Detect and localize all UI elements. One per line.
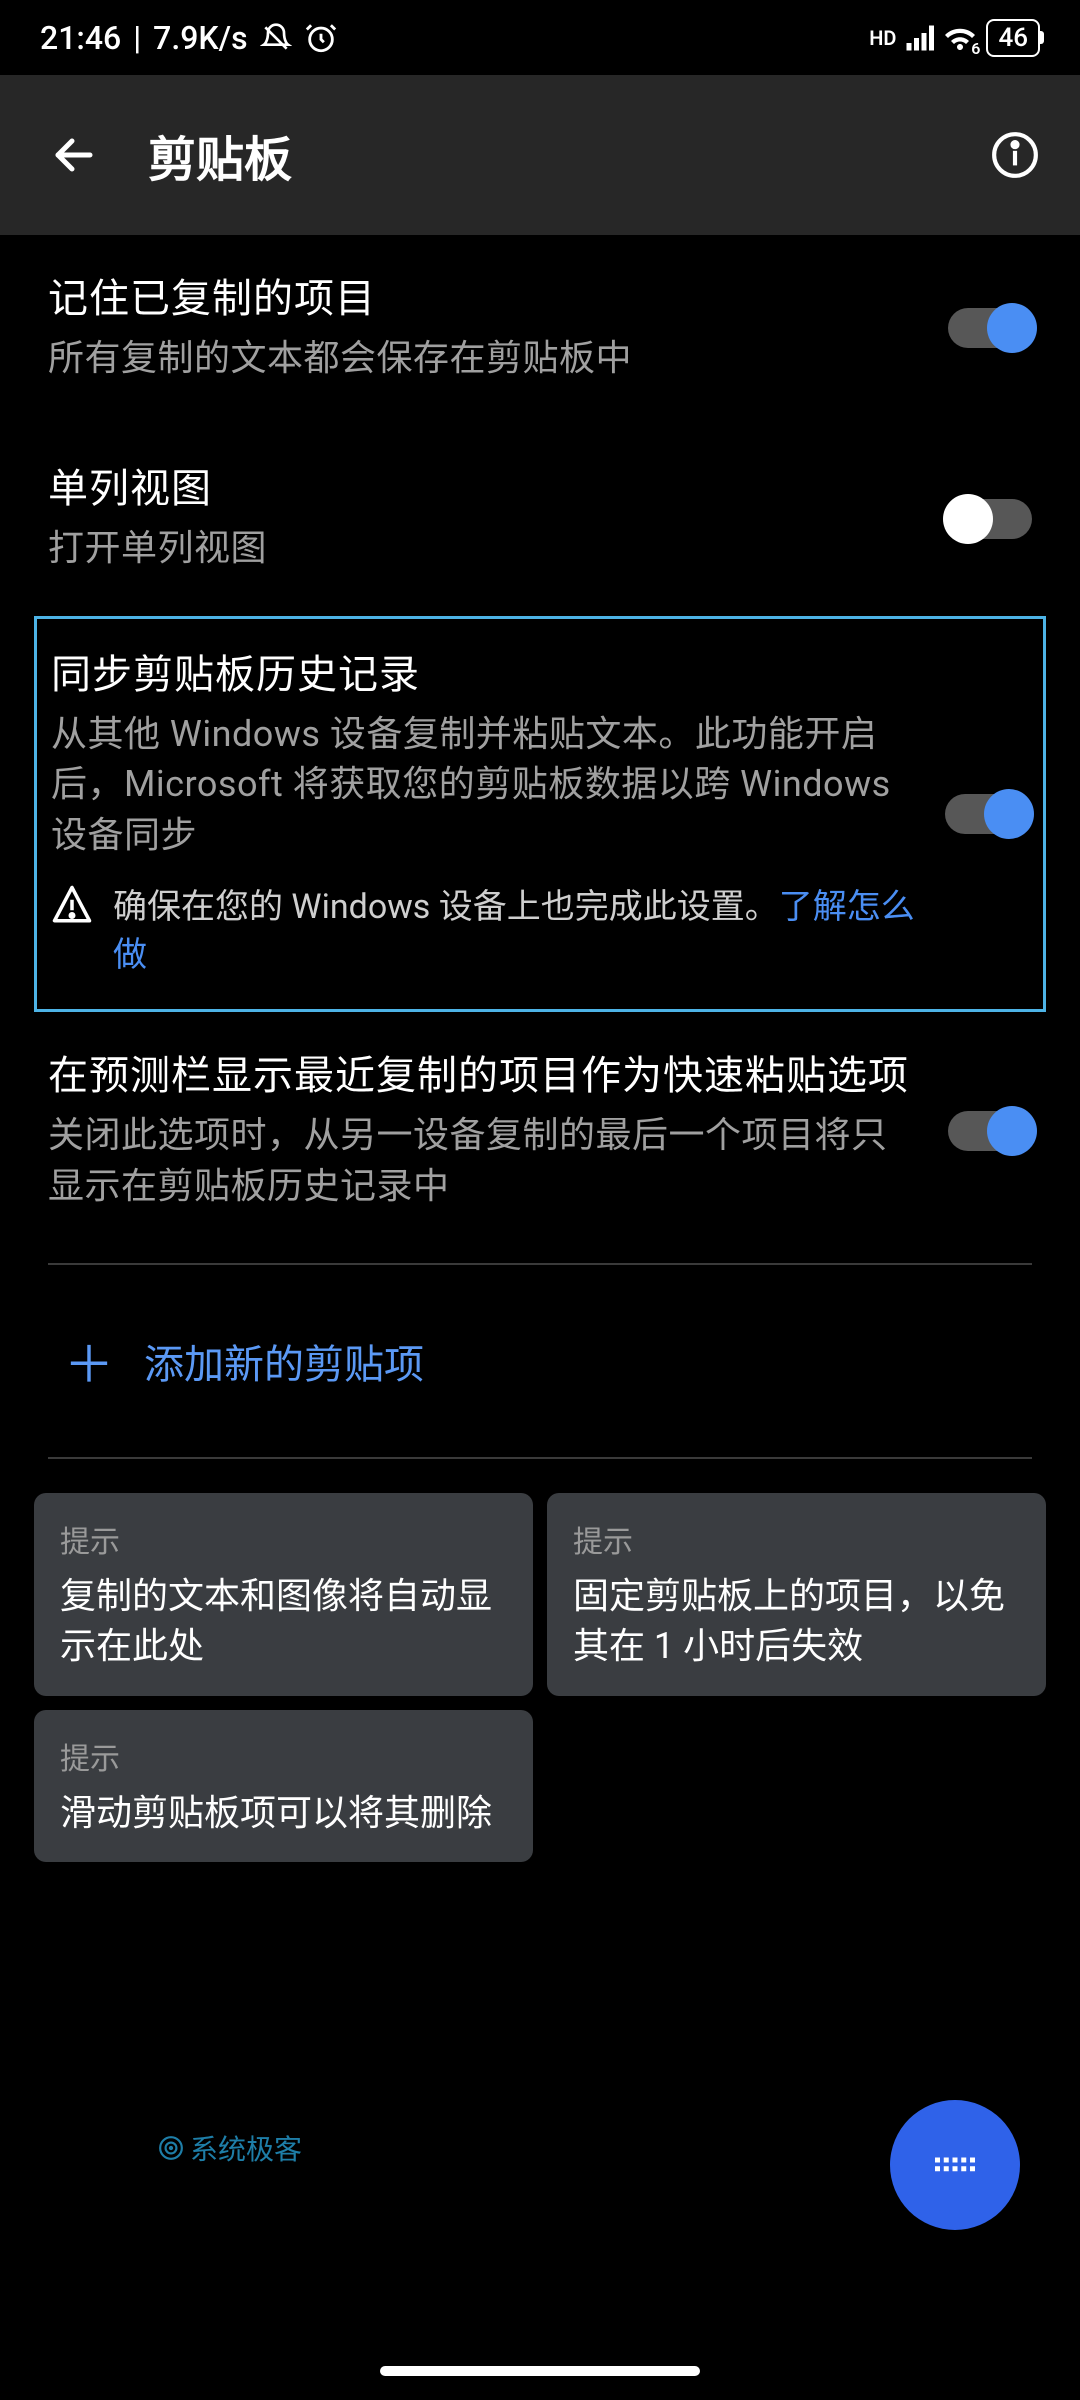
setting-title: 同步剪贴板历史记录: [51, 649, 915, 701]
status-time: 21:46: [40, 19, 121, 57]
setting-sync-clipboard[interactable]: 同步剪贴板历史记录 从其他 Windows 设备复制并粘贴文本。此功能开启后，M…: [34, 616, 1046, 1012]
toggle-sync[interactable]: [945, 794, 1029, 834]
page-title: 剪贴板: [148, 120, 940, 190]
divider: [48, 1263, 1032, 1265]
setting-title: 在预测栏显示最近复制的项目作为快速粘贴选项: [48, 1050, 918, 1102]
setting-remember-items[interactable]: 记住已复制的项目 所有复制的文本都会保存在剪贴板中: [34, 235, 1046, 425]
setting-desc: 打开单列视图: [48, 523, 918, 573]
setting-desc: 所有复制的文本都会保存在剪贴板中: [48, 333, 918, 383]
status-left: 21:46 | 7.9K/s: [40, 19, 338, 57]
app-bar: 剪贴板: [0, 75, 1080, 235]
setting-prediction-bar[interactable]: 在预测栏显示最近复制的项目作为快速粘贴选项 关闭此选项时，从另一设备复制的最后一…: [34, 1012, 1046, 1253]
wifi-icon: 6: [942, 20, 978, 56]
toggle-prediction[interactable]: [948, 1111, 1032, 1151]
add-label: 添加新的剪贴项: [144, 1332, 424, 1390]
tip-text: 滑动剪贴板项可以将其删除: [60, 1788, 507, 1838]
nav-indicator[interactable]: [380, 2366, 700, 2376]
setting-desc: 从其他 Windows 设备复制并粘贴文本。此功能开启后，Microsoft 将…: [51, 709, 915, 860]
tip-text: 固定剪贴板上的项目，以免其在 1 小时后失效: [573, 1571, 1020, 1672]
tip-label: 提示: [60, 1734, 507, 1778]
plus-icon: ＋: [64, 1325, 104, 1397]
hd-indicator: HD: [869, 26, 896, 50]
add-clipboard-item[interactable]: ＋ 添加新的剪贴项: [34, 1275, 1046, 1447]
battery-indicator: 46: [986, 19, 1040, 57]
tip-card: 提示 滑动剪贴板项可以将其删除: [34, 1710, 533, 1862]
keyboard-fab[interactable]: [890, 2100, 1020, 2230]
setting-title: 记住已复制的项目: [48, 273, 918, 325]
status-bar: 21:46 | 7.9K/s HD 6 46: [0, 0, 1080, 75]
watermark: 系统极客: [158, 2128, 302, 2168]
no-sound-icon: [260, 22, 292, 54]
setting-desc: 关闭此选项时，从另一设备复制的最后一个项目将只显示在剪贴板历史记录中: [48, 1110, 918, 1211]
tip-label: 提示: [60, 1517, 507, 1561]
status-speed: 7.9K/s: [153, 19, 247, 57]
status-right: HD 6 46: [869, 19, 1040, 57]
tip-label: 提示: [573, 1517, 1020, 1561]
keyboard-icon: [925, 2135, 985, 2195]
tip-card: 提示 复制的文本和图像将自动显示在此处: [34, 1493, 533, 1696]
tip-text: 复制的文本和图像将自动显示在此处: [60, 1571, 507, 1672]
signal-icon: [904, 23, 934, 53]
warning-text: 确保在您的 Windows 设备上也完成此设置。了解怎么做: [113, 884, 915, 979]
setting-title: 单列视图: [48, 463, 918, 515]
tips-grid: 提示 复制的文本和图像将自动显示在此处 提示 固定剪贴板上的项目，以免其在 1 …: [34, 1493, 1046, 1862]
tip-card: 提示 固定剪贴板上的项目，以免其在 1 小时后失效: [547, 1493, 1046, 1696]
divider: [48, 1457, 1032, 1459]
info-icon[interactable]: [990, 130, 1040, 180]
warning-icon: [51, 884, 93, 926]
back-icon[interactable]: [50, 131, 98, 179]
setting-single-column[interactable]: 单列视图 打开单列视图: [34, 425, 1046, 615]
toggle-remember[interactable]: [948, 308, 1032, 348]
alarm-icon: [304, 21, 338, 55]
toggle-single-column[interactable]: [948, 499, 1032, 539]
